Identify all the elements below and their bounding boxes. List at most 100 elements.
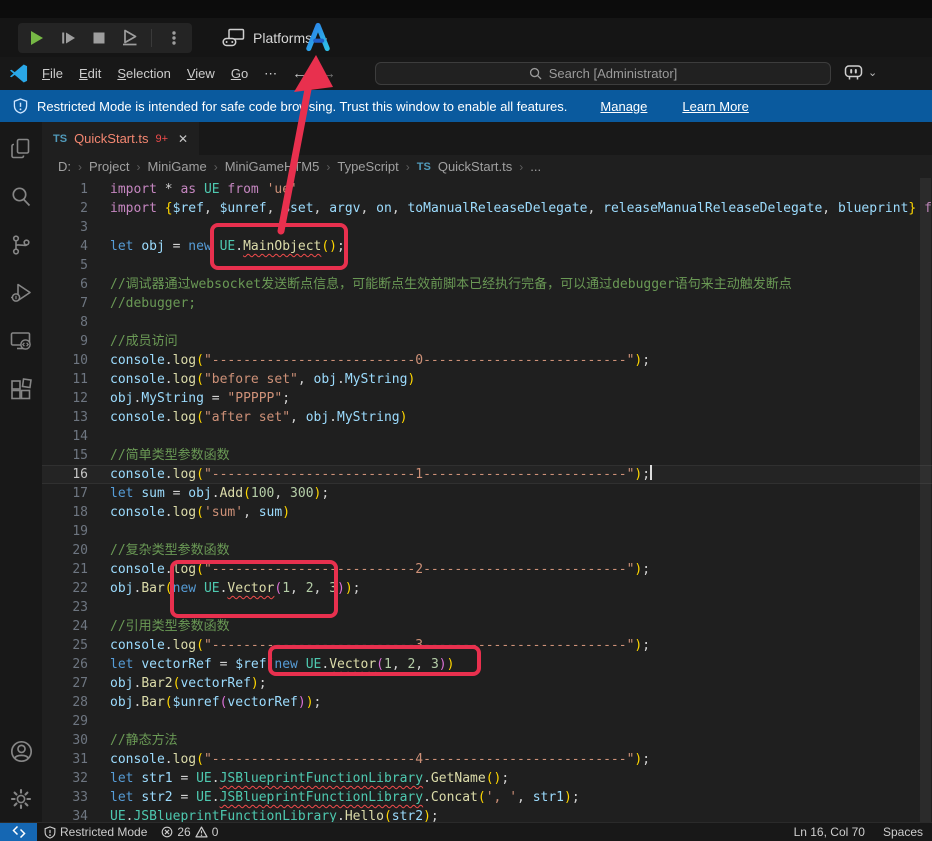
breadcrumb-drive[interactable]: D: — [58, 159, 71, 174]
code-line[interactable]: 32let str1 = UE.JSBlueprintFunctionLibra… — [42, 769, 932, 788]
line-number: 22 — [42, 579, 88, 598]
code-line[interactable]: 10console.log("-------------------------… — [42, 351, 932, 370]
code-line-text: //复杂类型参数函数 — [110, 541, 230, 560]
code-line[interactable]: 8 — [42, 313, 932, 332]
breadcrumb-typescript[interactable]: TypeScript — [337, 159, 398, 174]
line-number: 13 — [42, 408, 88, 427]
code-line[interactable]: 28obj.Bar($unref(vectorRef)); — [42, 693, 932, 712]
line-number: 24 — [42, 617, 88, 636]
platforms-devices-icon — [222, 28, 245, 47]
close-icon[interactable]: ✕ — [178, 132, 188, 146]
search-sidebar-icon[interactable] — [8, 184, 34, 210]
run-debug-icon[interactable] — [8, 280, 34, 306]
remote-explorer-icon[interactable] — [8, 328, 34, 354]
shield-icon — [13, 98, 28, 114]
code-line[interactable]: 1import * as UE from 'ue' — [42, 180, 932, 199]
nav-back-button[interactable]: ← — [285, 65, 314, 82]
code-line[interactable]: 22obj.Bar(new UE.Vector(1, 2, 3)); — [42, 579, 932, 598]
scrollbar[interactable] — [920, 178, 931, 822]
cursor-position-status[interactable]: Ln 16, Col 70 — [785, 825, 874, 839]
code-line[interactable]: 21console.log("-------------------------… — [42, 560, 932, 579]
code-line[interactable]: 2 import {$ref, $unref, $set, argv, on, t… — [42, 199, 932, 218]
accounts-icon[interactable] — [8, 738, 34, 764]
extensions-icon[interactable] — [8, 376, 34, 402]
code-line[interactable]: 16console.log("-------------------------… — [42, 465, 932, 484]
nav-forward-button[interactable]: → — [314, 65, 343, 82]
code-line[interactable]: 25console.log("-------------------------… — [42, 636, 932, 655]
launch-icon — [120, 28, 139, 47]
ue-window-titlebar — [0, 0, 932, 18]
code-line[interactable]: 23 — [42, 598, 932, 617]
code-line[interactable]: 18console.log('sum', sum) — [42, 503, 932, 522]
editor-column: TS QuickStart.ts 9+ ✕ D: › Project › Min… — [42, 122, 932, 822]
code-area[interactable]: 1import * as UE from 'ue'2 import {$ref, … — [42, 178, 932, 822]
code-line[interactable]: 14 — [42, 427, 932, 446]
search-label: Search [Administrator] — [549, 66, 678, 81]
frame-skip-button[interactable] — [58, 28, 77, 47]
line-number: 33 — [42, 788, 88, 807]
code-line[interactable]: 4let obj = new UE.MainObject(); — [42, 237, 932, 256]
explorer-icon[interactable] — [8, 136, 34, 162]
code-line[interactable]: 5 — [42, 256, 932, 275]
app-a-logo[interactable] — [303, 21, 333, 58]
play-button[interactable] — [27, 28, 46, 47]
code-line[interactable]: 33let str2 = UE.JSBlueprintFunctionLibra… — [42, 788, 932, 807]
restricted-mode-status[interactable]: Restricted Mode — [37, 823, 154, 841]
code-line[interactable]: 11console.log("before set", obj.MyString… — [42, 370, 932, 389]
breadcrumb-minigamehtm5[interactable]: MiniGameHTM5 — [225, 159, 320, 174]
line-number: 2 — [42, 199, 88, 218]
line-number: 18 — [42, 503, 88, 522]
warning-icon — [195, 826, 208, 838]
problems-status[interactable]: 26 0 — [154, 823, 225, 841]
manage-link[interactable]: Manage — [600, 99, 647, 114]
code-line[interactable]: 17let sum = obj.Add(100, 300); — [42, 484, 932, 503]
code-line[interactable]: 24//引用类型参数函数 — [42, 617, 932, 636]
code-line[interactable]: 12obj.MyString = "PPPPP"; — [42, 389, 932, 408]
screen: Platforms ⌄ File Edit Selection View Go … — [0, 0, 932, 841]
code-line-text: let str1 = UE.JSBlueprintFunctionLibrary… — [110, 769, 509, 788]
menu-selection[interactable]: Selection — [109, 63, 178, 84]
settings-gear-icon[interactable] — [8, 786, 34, 812]
tab-quickstart[interactable]: TS QuickStart.ts 9+ ✕ — [42, 122, 199, 155]
code-line[interactable]: 34UE.JSBlueprintFunctionLibrary.Hello(st… — [42, 807, 932, 822]
code-line-text: console.log("--------------------------4… — [110, 750, 650, 769]
stop-button[interactable] — [89, 28, 108, 47]
menu-file[interactable]: File — [34, 63, 71, 84]
source-control-icon[interactable] — [8, 232, 34, 258]
code-line[interactable]: 30//静态方法 — [42, 731, 932, 750]
typescript-file-icon: TS — [53, 133, 67, 145]
code-line[interactable]: 20//复杂类型参数函数 — [42, 541, 932, 560]
code-line[interactable]: 29 — [42, 712, 932, 731]
line-number: 11 — [42, 370, 88, 389]
breadcrumb-file[interactable]: QuickStart.ts — [438, 159, 512, 174]
code-line[interactable]: 7//debugger; — [42, 294, 932, 313]
code-line[interactable]: 13console.log("after set", obj.MyString) — [42, 408, 932, 427]
breadcrumb-symbol[interactable]: ... — [530, 159, 541, 174]
code-line[interactable]: 3 — [42, 218, 932, 237]
menu-view[interactable]: View — [179, 63, 223, 84]
breadcrumb-project[interactable]: Project — [89, 159, 129, 174]
indentation-status[interactable]: Spaces — [874, 825, 932, 839]
menu-edit[interactable]: Edit — [71, 63, 109, 84]
menu-more[interactable]: ⋯ — [256, 63, 285, 85]
copilot-menu[interactable]: ⌄ — [843, 64, 877, 81]
code-line[interactable]: 6//调试器通过websocket发送断点信息，可能断点生效前脚本已经执行完备，… — [42, 275, 932, 294]
line-number: 30 — [42, 731, 88, 750]
menu-go[interactable]: Go — [223, 63, 256, 84]
command-center-search[interactable]: Search [Administrator] — [375, 62, 831, 85]
code-line[interactable]: 31console.log("-------------------------… — [42, 750, 932, 769]
launch-button[interactable] — [120, 28, 139, 47]
code-line[interactable]: 15//简单类型参数函数 — [42, 446, 932, 465]
breadcrumb-minigame[interactable]: MiniGame — [147, 159, 206, 174]
code-line[interactable]: 27obj.Bar2(vectorRef); — [42, 674, 932, 693]
learn-more-link[interactable]: Learn More — [682, 99, 748, 114]
a-logo-icon — [303, 21, 333, 53]
code-line[interactable]: 9//成员访问 — [42, 332, 932, 351]
remote-indicator[interactable] — [0, 823, 37, 841]
toolbar-options-button[interactable] — [164, 28, 183, 47]
code-line[interactable]: 26let vectorRef = $ref(new UE.Vector(1, … — [42, 655, 932, 674]
code-line[interactable]: 19 — [42, 522, 932, 541]
tab-bar: TS QuickStart.ts 9+ ✕ — [42, 122, 932, 155]
code-line-text: import {$ref, $unref, $set, argv, on, to… — [110, 199, 932, 218]
line-number: 21 — [42, 560, 88, 579]
